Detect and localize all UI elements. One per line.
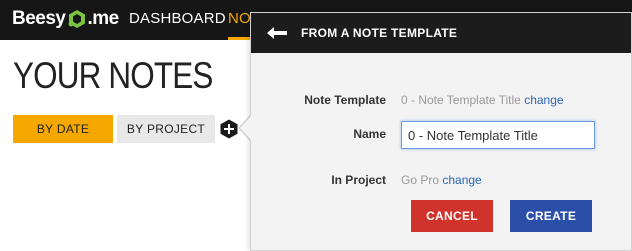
name-label: Name (353, 127, 386, 141)
in-project-label: In Project (331, 173, 386, 187)
create-button[interactable]: CREATE (510, 200, 592, 232)
logo-text-right: me (92, 8, 119, 29)
beesy-logo[interactable]: Beesy . me (12, 7, 119, 31)
note-template-title: 0 - Note Template Title (401, 93, 521, 107)
popover-arrow-fill (240, 115, 252, 141)
add-note-icon[interactable] (219, 119, 239, 139)
popover-header: FROM A NOTE TEMPLATE (251, 13, 631, 53)
note-template-label: Note Template (304, 93, 386, 107)
back-arrow-icon[interactable] (267, 26, 289, 40)
popover-title: FROM A NOTE TEMPLATE (301, 26, 458, 40)
change-project-link[interactable]: change (442, 173, 481, 187)
cancel-button[interactable]: CANCEL (411, 200, 493, 232)
change-template-link[interactable]: change (524, 93, 563, 107)
nav-dashboard[interactable]: DASHBOARD (129, 10, 226, 27)
note-template-value: 0 - Note Template Title change (401, 93, 564, 107)
name-input[interactable] (401, 121, 595, 149)
nav-active-indicator (228, 37, 250, 40)
filter-by-date-button[interactable]: BY DATE (13, 115, 113, 143)
hexagon-logo-icon (68, 10, 85, 28)
project-name: Go Pro (401, 173, 440, 187)
note-template-popover: FROM A NOTE TEMPLATE Note Template 0 - N… (250, 12, 632, 251)
logo-text-left: Beesy (12, 8, 66, 29)
project-value: Go Pro change (401, 173, 482, 187)
filter-by-project-button[interactable]: BY PROJECT (117, 115, 215, 143)
page-title: YOUR NOTES (13, 55, 213, 96)
